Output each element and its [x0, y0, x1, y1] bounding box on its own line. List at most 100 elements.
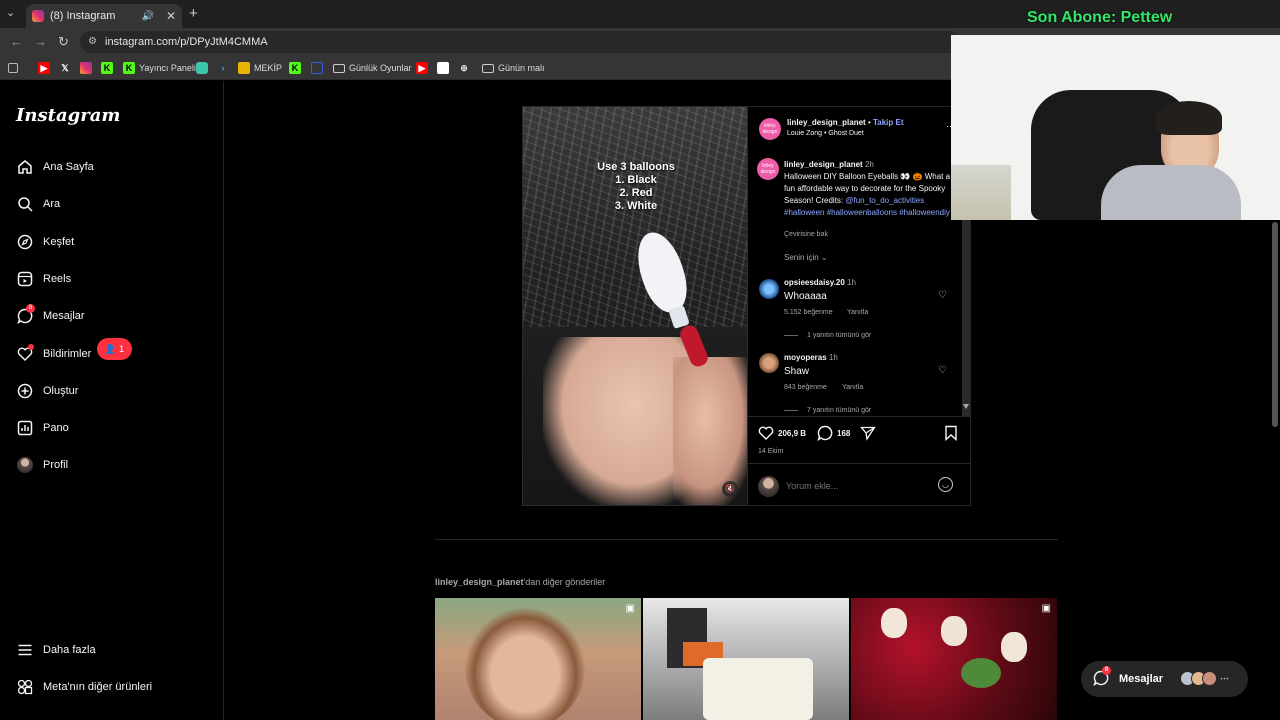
bookmark-kick[interactable]: K — [101, 61, 117, 75]
comment-like-heart-icon[interactable]: ♡ — [938, 365, 947, 376]
translate-link[interactable]: Çevirisine bak — [784, 231, 828, 238]
commenter-avatar[interactable] — [759, 279, 779, 299]
new-follower-notification-pill[interactable]: 👤 1 — [97, 338, 132, 360]
reply-button[interactable]: Yanıtla — [847, 309, 868, 316]
bookmark-yayinci-paneli[interactable]: K Yayıncı Paneli — [123, 61, 196, 75]
view-replies[interactable]: 7 yanıtın tümünü gör — [784, 407, 871, 414]
sidebar-item-reels[interactable]: Reels — [16, 267, 71, 291]
comment-likes[interactable]: 843 beğenme — [784, 384, 827, 391]
more-posts-heading: linley_design_planet'dan diğer gönderile… — [435, 577, 606, 587]
comment-count[interactable]: 168 — [837, 429, 850, 438]
author-avatar[interactable]: linley design — [759, 118, 781, 140]
comment-input[interactable] — [786, 479, 936, 493]
back-icon[interactable]: ← — [10, 34, 23, 49]
post-thumbnail[interactable]: ▣ — [435, 598, 641, 720]
view-replies[interactable]: 1 yanıtın tümünü gör — [784, 332, 871, 339]
avatar — [1202, 671, 1217, 686]
bookmark-x[interactable]: 𝕏 — [59, 61, 75, 75]
sidebar-item-messages[interactable]: 8 Mesajlar — [16, 304, 85, 328]
bookmark-globe[interactable]: ⊕ — [458, 61, 474, 75]
sidebar-item-dashboard[interactable]: Pano — [16, 416, 69, 440]
bookmark-app[interactable] — [196, 61, 212, 75]
recent-contacts-avatars: ⋯ — [1180, 671, 1229, 686]
bookmark-blue[interactable] — [311, 61, 327, 75]
comment-like-heart-icon[interactable]: ♡ — [938, 290, 947, 301]
comment-sort-dropdown[interactable]: Senin için ⌄ — [784, 253, 828, 262]
commenter-avatar[interactable] — [759, 353, 779, 373]
comment-button[interactable] — [817, 425, 833, 446]
post-thumbnail[interactable] — [643, 598, 849, 720]
divider — [748, 463, 970, 464]
caption-avatar[interactable]: linley design — [757, 158, 779, 180]
sidebar-item-search[interactable]: Ara — [16, 192, 60, 216]
hand-image — [543, 337, 693, 505]
sidebar-item-explore[interactable]: Keşfet — [16, 230, 74, 254]
bookmark-folder-gunun-mali[interactable]: Günün malı — [482, 61, 545, 75]
sidebar-item-home[interactable]: Ana Sayfa — [16, 155, 94, 179]
tab-search-chevron-icon[interactable]: ⌄ — [6, 6, 15, 19]
bookmark-mekip[interactable]: MEKİP — [238, 61, 282, 75]
comment-likes[interactable]: 5.152 beğenme — [784, 309, 833, 316]
hand-image — [673, 357, 747, 505]
reload-icon[interactable]: ↻ — [58, 34, 69, 50]
share-button[interactable] — [860, 425, 876, 446]
sidebar-item-notifications[interactable]: Bildirimler — [16, 342, 91, 366]
post-thumbnail[interactable]: ▣ — [851, 598, 1057, 720]
caption: linley_design_planet 2h Halloween DIY Ba… — [784, 159, 959, 219]
like-count[interactable]: 206,9 B — [778, 429, 806, 438]
tab-title: (8) Instagram — [50, 10, 116, 22]
reels-icon — [16, 270, 34, 288]
speaker-icon[interactable]: 🔊 — [141, 11, 153, 22]
bookmark-youtube[interactable]: ▶ — [38, 61, 54, 75]
audio-label[interactable]: Louie Zong • Ghost Duet — [787, 130, 864, 137]
streamer-shirt-image — [1101, 165, 1241, 220]
messages-floating-button[interactable]: 8 Mesajlar ⋯ — [1081, 661, 1248, 697]
instagram-logo[interactable]: Instagram — [16, 105, 120, 126]
bookmark-image[interactable] — [437, 61, 453, 75]
sidebar-item-create[interactable]: Oluştur — [16, 379, 78, 403]
comments-scrollbar[interactable] — [962, 218, 970, 416]
sidebar-meta-products[interactable]: Meta'nın diğer ürünleri — [16, 675, 152, 699]
bookmark-instagram[interactable] — [80, 61, 96, 75]
bookmark-folder-gunluk-oyunlar[interactable]: Günlük Oyunlar — [333, 61, 412, 75]
mute-icon[interactable]: 🔇 — [722, 481, 738, 497]
divider — [748, 416, 970, 417]
folder-icon — [482, 63, 494, 73]
sidebar-more-button[interactable]: Daha fazla — [16, 638, 96, 662]
bookmark-prime[interactable]: › — [217, 61, 233, 75]
close-tab-icon[interactable]: ✕ — [166, 9, 176, 23]
forward-icon[interactable]: → — [34, 34, 47, 49]
reply-button[interactable]: Yanıtla — [842, 384, 863, 391]
instagram-favicon-icon — [32, 10, 44, 22]
heart-icon — [16, 344, 34, 363]
site-info-icon[interactable]: ⚙ — [88, 31, 97, 53]
caption-username[interactable]: linley_design_planet — [784, 160, 863, 169]
reels-icon: ▣ — [1041, 603, 1051, 614]
apps-grid-icon[interactable] — [8, 61, 22, 75]
follow-button[interactable]: Takip Et — [873, 118, 904, 127]
bookmark-kick-2[interactable]: K — [289, 61, 305, 75]
post-header: linley_design_planet • Takip Et — [787, 118, 904, 127]
skull-candy-image — [1001, 632, 1027, 662]
more-posts-author[interactable]: linley_design_planet — [435, 577, 524, 587]
emoji-icon[interactable]: ◡ — [938, 477, 953, 492]
sidebar-item-profile[interactable]: Profil — [16, 453, 68, 477]
webcam-overlay — [951, 35, 1280, 220]
bookmark-youtube-2[interactable]: ▶ — [416, 61, 432, 75]
avatar — [16, 456, 34, 474]
comment-header: moyoperas 1h — [784, 353, 838, 362]
comment-bubble-icon — [817, 425, 833, 442]
comment-text: Whoaaaa — [784, 291, 827, 302]
author-username[interactable]: linley_design_planet — [787, 118, 866, 127]
page-scrollbar[interactable] — [1272, 222, 1278, 427]
new-tab-button[interactable]: + — [189, 5, 198, 22]
browser-tab-instagram[interactable]: (8) Instagram 🔊 ✕ — [26, 4, 182, 28]
address-bar[interactable]: ⚙ instagram.com/p/DPyJtM4CMMA — [80, 31, 960, 53]
save-button[interactable] — [944, 425, 958, 446]
person-icon: 👤 — [104, 343, 117, 354]
meta-grid-icon — [16, 678, 34, 696]
hamburger-menu-icon — [16, 641, 34, 659]
send-icon — [860, 426, 876, 441]
like-button[interactable] — [758, 425, 774, 446]
post-video[interactable]: Use 3 balloons 1. Black 2. Red 3. White … — [522, 106, 748, 506]
